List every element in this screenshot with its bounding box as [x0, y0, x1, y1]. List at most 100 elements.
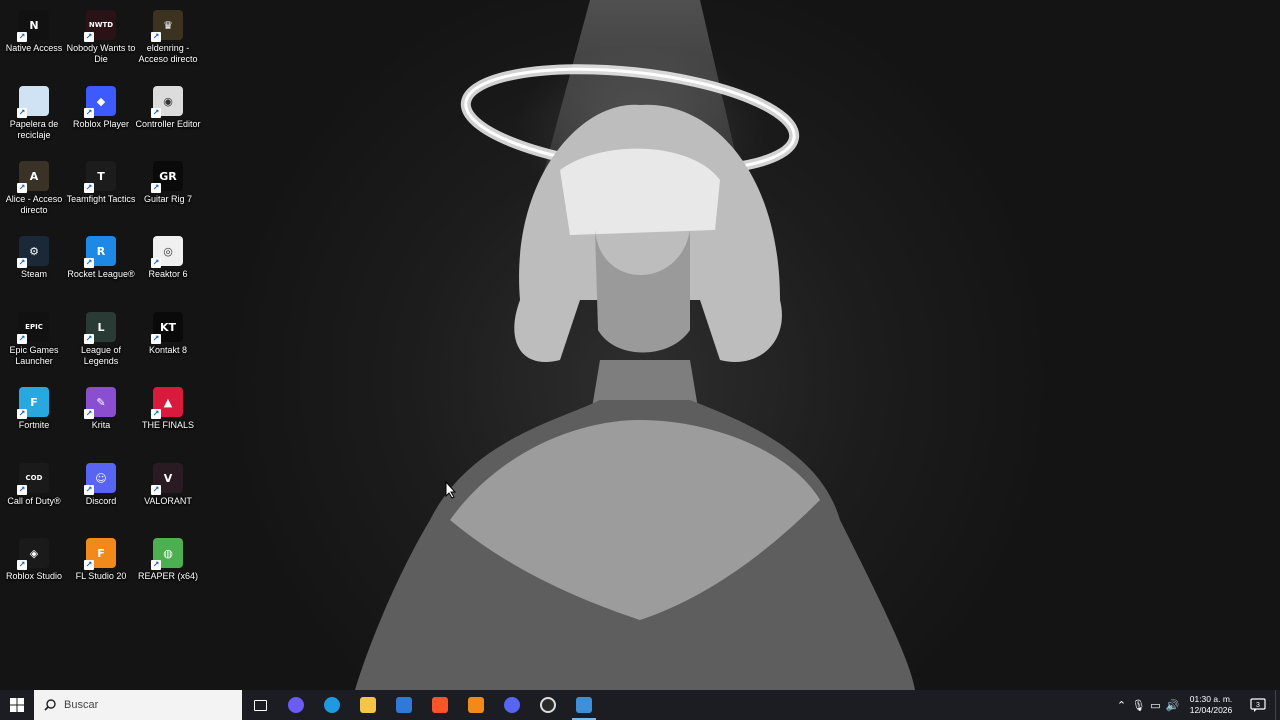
volume-icon[interactable]: 🔊 — [1164, 690, 1181, 720]
shortcut-arrow-icon: ↗ — [84, 183, 94, 193]
shortcut-arrow-icon: ↗ — [17, 560, 27, 570]
elden-ring-icon: ♛ ↗ — [151, 10, 183, 42]
taskbar-app-brave[interactable] — [422, 690, 458, 720]
desktop-icon-roblox-player[interactable]: ◆ ↗ Roblox Player — [67, 80, 135, 150]
taskbar-app-file-explorer[interactable] — [350, 690, 386, 720]
obs-icon — [540, 697, 556, 713]
taskbar-app-edge[interactable] — [314, 690, 350, 720]
taskbar-app-fl-studio-taskbar[interactable] — [458, 690, 494, 720]
shortcut-arrow-icon: ↗ — [151, 258, 161, 268]
copilot-icon — [288, 697, 304, 713]
notification-icon: 3 — [1250, 698, 1266, 712]
recycle-bin-icon: ↗ — [17, 86, 49, 118]
desktop-icon-label: Rocket League® — [67, 269, 135, 279]
taskbar-app-discord-taskbar[interactable] — [494, 690, 530, 720]
shortcut-arrow-icon: ↗ — [17, 258, 27, 268]
desktop-icon-label: REAPER (x64) — [137, 571, 199, 581]
notification-center-button[interactable]: 3 — [1241, 690, 1275, 720]
steam-icon: ⚙ ↗ — [17, 236, 49, 268]
desktop-icon-label: Roblox Studio — [5, 571, 63, 581]
clock-date: 12/04/2026 — [1189, 705, 1233, 715]
alice-icon: A ↗ — [17, 161, 49, 193]
desktop-icon-controller-editor[interactable]: ◉ ↗ Controller Editor — [134, 80, 202, 150]
shortcut-arrow-icon: ↗ — [17, 183, 27, 193]
desktop-icon-label: Discord — [85, 496, 117, 506]
desktop-icon-call-of-duty[interactable]: COD ↗ Call of Duty® — [0, 457, 68, 527]
microphone-icon[interactable]: 🎙 — [1130, 690, 1147, 720]
mouse-cursor-icon — [445, 481, 457, 499]
desktop-icon-kontakt[interactable]: KT ↗ Kontakt 8 — [134, 306, 202, 376]
fl-studio-icon: F ↗ — [84, 538, 116, 570]
desktop-icon-valorant[interactable]: V ↗ VALORANT — [134, 457, 202, 527]
network-icon[interactable]: ▭ — [1147, 690, 1164, 720]
desktop-icon-elden-ring[interactable]: ♛ ↗ eldenring - Acceso directo — [134, 4, 202, 74]
desktop-icon-label: Krita — [91, 420, 111, 430]
taskbar-app-copilot[interactable] — [278, 690, 314, 720]
desktop-icon-nobody-wants-to-die[interactable]: NWTD ↗ Nobody Wants to Die — [67, 4, 135, 74]
shortcut-arrow-icon: ↗ — [84, 108, 94, 118]
desktop-icon-recycle-bin[interactable]: ↗ Papelera de reciclaje — [0, 80, 68, 150]
desktop-icon-label: Call of Duty® — [7, 496, 61, 506]
call-of-duty-icon: COD ↗ — [17, 463, 49, 495]
desktop-icon-fortnite[interactable]: F ↗ Fortnite — [0, 381, 68, 451]
desktop-icon-fl-studio[interactable]: F ↗ FL Studio 20 — [67, 532, 135, 602]
reaper-icon: ◍ ↗ — [151, 538, 183, 570]
start-button[interactable] — [0, 690, 34, 720]
shortcut-arrow-icon: ↗ — [17, 409, 27, 419]
valorant-icon: V ↗ — [151, 463, 183, 495]
krita-icon: ✎ ↗ — [84, 387, 116, 419]
file-explorer-icon — [360, 697, 376, 713]
desktop-icon-league-of-legends[interactable]: L ↗ League of Legends — [67, 306, 135, 376]
brave-icon — [432, 697, 448, 713]
chevron-up-icon[interactable]: ⌃ — [1113, 690, 1130, 720]
taskbar-app-obs[interactable] — [530, 690, 566, 720]
shortcut-arrow-icon: ↗ — [151, 108, 161, 118]
shortcut-arrow-icon: ↗ — [84, 409, 94, 419]
shortcut-arrow-icon: ↗ — [17, 108, 27, 118]
edge-icon — [324, 697, 340, 713]
microsoft-store-icon — [396, 697, 412, 713]
desktop-icon-label: Teamfight Tactics — [66, 194, 136, 204]
desktop-icon-krita[interactable]: ✎ ↗ Krita — [67, 381, 135, 451]
desktop-icon-label: Epic Games Launcher — [9, 345, 59, 366]
desktop-icon-epic-games[interactable]: EPIC ↗ Epic Games Launcher — [0, 306, 68, 376]
shortcut-arrow-icon: ↗ — [151, 334, 161, 344]
desktop-icon-label: Controller Editor — [135, 119, 201, 129]
shortcut-arrow-icon: ↗ — [17, 485, 27, 495]
desktop-icon-label: Guitar Rig 7 — [143, 194, 193, 204]
desktop-icon-label: League of Legends — [80, 345, 122, 366]
controller-editor-icon: ◉ ↗ — [151, 86, 183, 118]
taskbar-app-app-active[interactable] — [566, 690, 602, 720]
league-of-legends-icon: L ↗ — [84, 312, 116, 344]
desktop-icon-reaper[interactable]: ◍ ↗ REAPER (x64) — [134, 532, 202, 602]
search-input[interactable] — [64, 699, 224, 711]
desktop-icon-the-finals[interactable]: ▲ ↗ THE FINALS — [134, 381, 202, 451]
desktop-icon-label: Alice - Acceso directo — [5, 194, 63, 215]
desktop-icon-alice[interactable]: A ↗ Alice - Acceso directo — [0, 155, 68, 225]
shortcut-arrow-icon: ↗ — [151, 560, 161, 570]
taskbar-pinned-apps — [242, 690, 602, 720]
roblox-player-icon: ◆ ↗ — [84, 86, 116, 118]
shortcut-arrow-icon: ↗ — [151, 485, 161, 495]
desktop-icon-reaktor[interactable]: ◎ ↗ Reaktor 6 — [134, 230, 202, 300]
taskbar-app-microsoft-store[interactable] — [386, 690, 422, 720]
taskbar-clock[interactable]: 01:30 a. m. 12/04/2026 — [1181, 694, 1241, 716]
desktop-icon-rocket-league[interactable]: R ↗ Rocket League® — [67, 230, 135, 300]
desktop-icon-label: Reaktor 6 — [148, 269, 188, 279]
desktop-icon-discord[interactable]: ☺ ↗ Discord — [67, 457, 135, 527]
taskbar-search-box[interactable] — [34, 690, 242, 720]
desktop-icon-steam[interactable]: ⚙ ↗ Steam — [0, 230, 68, 300]
desktop-icon-guitar-rig[interactable]: GR ↗ Guitar Rig 7 — [134, 155, 202, 225]
shortcut-arrow-icon: ↗ — [17, 334, 27, 344]
desktop-icon-label: eldenring - Acceso directo — [138, 43, 198, 64]
shortcut-arrow-icon: ↗ — [17, 32, 27, 42]
desktop-icon-native-access[interactable]: N ↗ Native Access — [0, 4, 68, 74]
desktop-icon-label: THE FINALS — [141, 420, 194, 430]
clock-time: 01:30 a. m. — [1189, 694, 1233, 704]
show-desktop-button[interactable] — [1275, 690, 1280, 720]
taskbar-app-task-view[interactable] — [242, 690, 278, 720]
desktop-icon-roblox-studio[interactable]: ◈ ↗ Roblox Studio — [0, 532, 68, 602]
desktop-icon-teamfight-tactics[interactable]: T ↗ Teamfight Tactics — [67, 155, 135, 225]
shortcut-arrow-icon: ↗ — [84, 258, 94, 268]
reaktor-icon: ◎ ↗ — [151, 236, 183, 268]
